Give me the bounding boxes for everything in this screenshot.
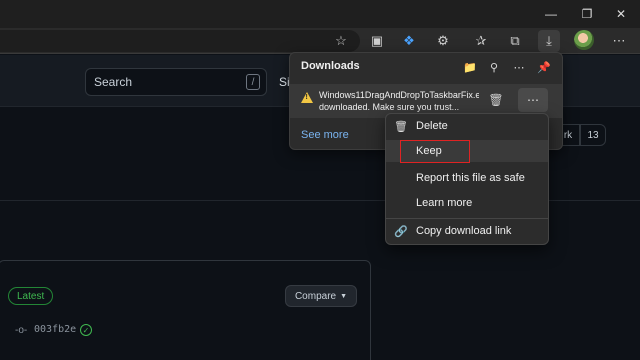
menu-item-copy-link[interactable]: Copy download link bbox=[386, 220, 548, 242]
compare-label: Compare bbox=[294, 290, 337, 302]
screen: — ❐ ✕ ☆ ▣ ❖ ⚙ ✰ ⧉ ⤓ ⋯ Search / Si rk 13 … bbox=[0, 0, 640, 360]
collections-icon[interactable]: ⧉ bbox=[504, 30, 526, 52]
reading-view-icon[interactable]: ▣ bbox=[366, 30, 388, 52]
menu-item-label: Delete bbox=[416, 120, 448, 132]
extension-icon[interactable]: ❖ bbox=[398, 30, 420, 52]
avatar[interactable] bbox=[574, 30, 594, 50]
search-shortcut-key: / bbox=[246, 74, 260, 90]
close-button[interactable]: ✕ bbox=[606, 4, 636, 24]
menu-item-label: Learn more bbox=[416, 197, 473, 209]
open-folder-icon[interactable]: 📁 bbox=[461, 58, 479, 76]
more-options-icon[interactable]: ⋯ bbox=[510, 58, 528, 76]
extensions-puzzle-icon[interactable]: ⚙ bbox=[432, 30, 454, 52]
highlight-annotation-box bbox=[400, 140, 470, 163]
menu-separator bbox=[386, 218, 548, 219]
search-icon[interactable]: ⚲ bbox=[485, 58, 503, 76]
release-card bbox=[0, 260, 371, 360]
menu-item-learn-more[interactable]: Learn more bbox=[386, 192, 548, 214]
menu-item-delete[interactable]: Delete bbox=[386, 115, 548, 137]
warning-exclamation: ! bbox=[305, 94, 308, 101]
compare-button[interactable]: Compare ▼ bbox=[285, 285, 357, 307]
restore-button[interactable]: ❐ bbox=[572, 4, 602, 24]
menu-item-report-safe[interactable]: Report this file as safe bbox=[386, 167, 548, 189]
minimize-button[interactable]: — bbox=[536, 4, 566, 24]
downloads-icon[interactable]: ⤓ bbox=[538, 30, 560, 52]
trash-icon: 🗑 bbox=[394, 120, 408, 133]
link-icon: 🔗 bbox=[394, 225, 408, 238]
download-warning-message: downloaded. Make sure you trust... bbox=[319, 102, 460, 112]
latest-badge: Latest bbox=[8, 287, 54, 305]
menu-item-label: Report this file as safe bbox=[416, 172, 525, 184]
commit-sha[interactable]: 003fb2e bbox=[34, 324, 76, 335]
menu-item-label: Copy download link bbox=[416, 225, 512, 237]
favorites-icon[interactable]: ✰ bbox=[470, 30, 492, 52]
address-bar[interactable] bbox=[0, 30, 360, 52]
add-favorite-icon[interactable]: ☆ bbox=[330, 30, 352, 52]
downloads-title: Downloads bbox=[301, 60, 360, 72]
see-more-link[interactable]: See more bbox=[301, 129, 349, 141]
delete-download-icon[interactable]: 🗑 bbox=[486, 90, 506, 110]
verified-check-icon: ✓ bbox=[80, 324, 92, 336]
pagination-count[interactable]: 13 bbox=[580, 124, 606, 146]
search-placeholder: Search bbox=[94, 75, 133, 89]
settings-more-icon[interactable]: ⋯ bbox=[608, 30, 630, 52]
commit-icon: -o- bbox=[15, 325, 28, 336]
pin-icon[interactable]: 📌 bbox=[535, 58, 553, 76]
download-file-name: Windows11DragAndDropToTaskbarFix.e bbox=[319, 90, 479, 100]
chevron-down-icon: ▼ bbox=[340, 292, 348, 300]
download-more-button[interactable]: ⋯ bbox=[518, 88, 548, 112]
